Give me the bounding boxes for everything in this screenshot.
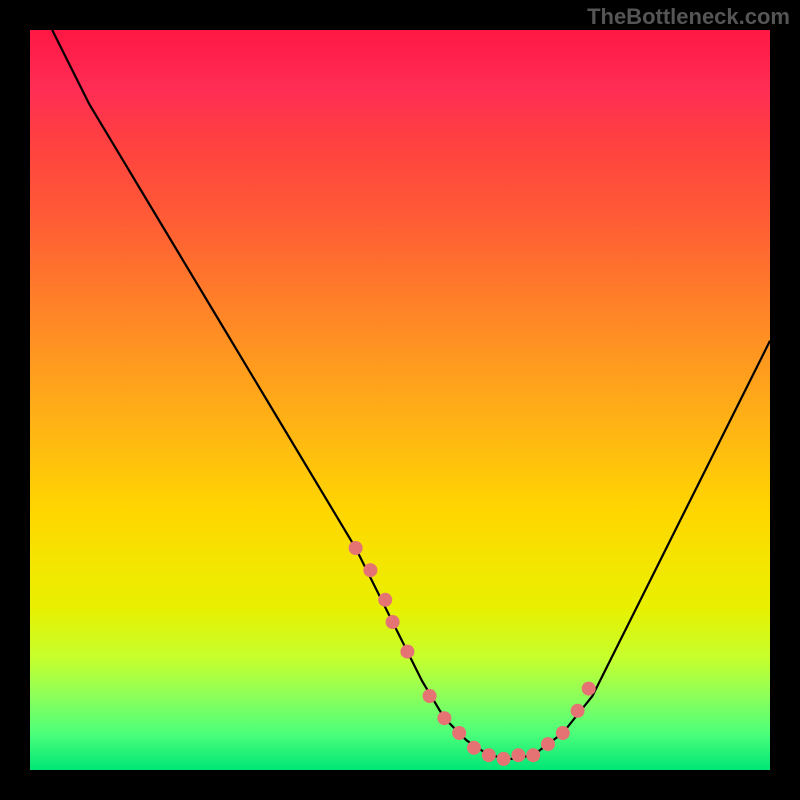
- marker-dot: [400, 645, 414, 659]
- marker-dot: [467, 741, 481, 755]
- marker-dot: [511, 748, 525, 762]
- marker-dot: [386, 615, 400, 629]
- marker-dots: [349, 541, 596, 766]
- watermark-text: TheBottleneck.com: [587, 4, 790, 30]
- marker-dot: [582, 682, 596, 696]
- marker-dot: [452, 726, 466, 740]
- marker-dot: [571, 704, 585, 718]
- chart-plot-area: [30, 30, 770, 770]
- marker-dot: [541, 737, 555, 751]
- marker-dot: [437, 711, 451, 725]
- marker-dot: [482, 748, 496, 762]
- chart-svg: [30, 30, 770, 770]
- marker-dot: [526, 748, 540, 762]
- marker-dot: [349, 541, 363, 555]
- marker-dot: [378, 593, 392, 607]
- marker-dot: [423, 689, 437, 703]
- marker-dot: [497, 752, 511, 766]
- marker-dot: [556, 726, 570, 740]
- marker-dot: [363, 563, 377, 577]
